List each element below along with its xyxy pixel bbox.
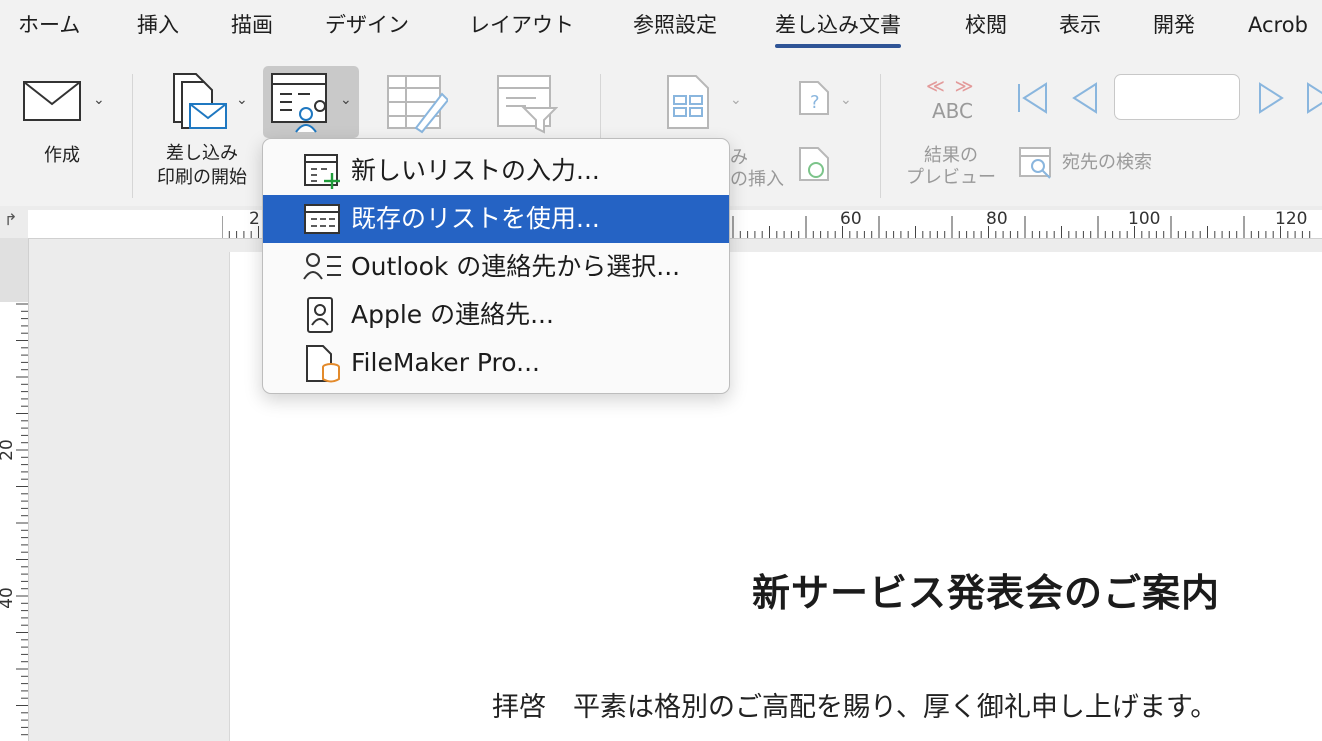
tab-view[interactable]: 表示 — [1059, 8, 1101, 44]
find-recipient-label: 宛先の検索 — [1062, 152, 1152, 173]
tab-mailings[interactable]: 差し込み文書 — [775, 8, 901, 48]
menu-item-apple-contacts[interactable]: Apple の連絡先... — [263, 291, 729, 339]
vertical-ruler: 20 40 — [0, 238, 29, 741]
ribbon-divider — [132, 74, 133, 198]
documents-envelope-icon — [173, 73, 227, 129]
ruler-label: 40 — [0, 587, 17, 609]
select-recipients-menu: 新しいリストの入力... 既存のリストを使用... Outlook の連絡先から… — [262, 138, 730, 394]
new-list-icon — [304, 154, 340, 189]
tab-acrobat[interactable]: Acrob — [1248, 8, 1308, 44]
recipient-list-icon — [271, 73, 327, 133]
chevrons-icon: ≪ ≫ — [926, 76, 976, 97]
tab-layout[interactable]: レイアウト — [469, 8, 574, 44]
document-body-text[interactable]: 拝啓 平素は格別のご高配を賜り、厚く御礼申し上げます。 — [492, 685, 1217, 724]
tab-review[interactable]: 校閲 — [965, 8, 1007, 44]
svg-text:?: ? — [810, 92, 820, 113]
menu-item-label: 新しいリストの入力... — [351, 156, 600, 185]
ruler-label: 80 — [986, 209, 1008, 229]
menu-item-label: Outlook の連絡先から選択... — [351, 252, 681, 281]
edit-list-icon — [387, 75, 448, 134]
ruler-ticks — [16, 303, 28, 736]
menu-item-outlook-contacts[interactable]: Outlook の連絡先から選択... — [263, 243, 729, 291]
menu-item-label: Apple の連絡先... — [351, 300, 554, 329]
abc-label: ABC — [932, 99, 974, 123]
update-labels-icon — [799, 147, 829, 181]
next-record-icon[interactable] — [1256, 82, 1286, 114]
ruler-label: 120 — [1275, 209, 1308, 229]
menu-item-filemaker[interactable]: FileMaker Pro... — [263, 339, 729, 387]
record-number-input[interactable] — [1114, 74, 1240, 120]
rules-icon: ? — [799, 81, 829, 115]
existing-list-icon — [304, 204, 340, 234]
tab-draw[interactable]: 描画 — [231, 8, 273, 44]
ruler-label: 2 — [249, 209, 260, 229]
menu-item-existing-list[interactable]: 既存のリストを使用... — [263, 195, 729, 243]
ruler-label: 100 — [1128, 209, 1161, 229]
ruler-label: 60 — [840, 209, 862, 229]
preview-label-line2: プレビュー — [906, 167, 996, 188]
filter-list-icon — [497, 75, 558, 134]
tab-stop-icon[interactable]: ↱ — [4, 210, 17, 229]
menu-item-label: 既存のリストを使用... — [351, 204, 600, 233]
ribbon-divider — [880, 74, 881, 198]
envelope-icon — [23, 81, 81, 121]
last-record-icon[interactable] — [1304, 82, 1322, 114]
preview-label-line1: 結果の — [924, 145, 978, 166]
chevron-down-icon[interactable]: ⌄ — [340, 92, 352, 108]
outlook-contacts-icon — [303, 253, 341, 280]
start-merge-label-line1: 差し込み — [166, 143, 238, 164]
tab-design[interactable]: デザイン — [325, 8, 409, 44]
previous-record-icon[interactable] — [1070, 82, 1100, 114]
tab-home[interactable]: ホーム — [18, 8, 80, 44]
ribbon-tab-bar: ホーム 挿入 描画 デザイン レイアウト 参照設定 差し込み文書 校閲 表示 開… — [0, 0, 1322, 54]
insert-merge-field-label-line1: み — [730, 147, 748, 168]
chevron-down-icon[interactable]: ⌄ — [236, 92, 248, 108]
menu-item-label: FileMaker Pro... — [351, 348, 540, 377]
filemaker-icon — [306, 345, 340, 383]
tab-insert[interactable]: 挿入 — [137, 8, 179, 44]
start-merge-label-line2: 印刷の開始 — [157, 167, 247, 188]
first-record-icon[interactable] — [1016, 82, 1050, 114]
ruler-label: 20 — [0, 439, 17, 461]
insert-merge-field-label-line2: の挿入 — [730, 169, 784, 190]
chevron-down-icon[interactable]: ⌄ — [93, 92, 105, 108]
document-title[interactable]: 新サービス発表会のご案内 — [752, 562, 1220, 617]
create-label: 作成 — [44, 145, 80, 166]
tab-developer[interactable]: 開発 — [1153, 8, 1195, 44]
merge-field-icon — [667, 75, 709, 129]
chevron-down-icon[interactable]: ⌄ — [840, 92, 852, 108]
menu-item-new-list[interactable]: 新しいリストの入力... — [263, 147, 729, 195]
apple-contacts-icon — [307, 297, 333, 333]
tab-references[interactable]: 参照設定 — [633, 8, 717, 44]
find-recipient-icon — [1019, 147, 1051, 179]
chevron-down-icon[interactable]: ⌄ — [730, 92, 742, 108]
